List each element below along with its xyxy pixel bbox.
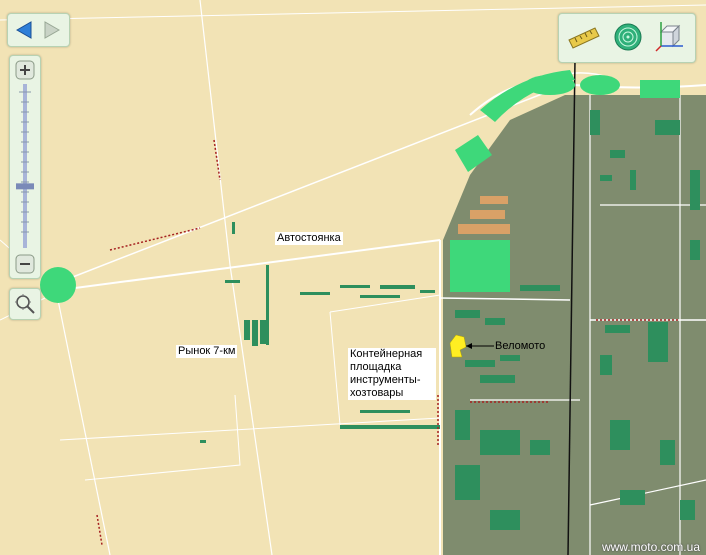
magnifier-icon[interactable] — [14, 293, 36, 315]
back-arrow-icon[interactable] — [14, 20, 34, 40]
label-container-area: Контейнерная площадка инструменты- хозто… — [348, 348, 436, 400]
label-container-line4: хозтовары — [350, 387, 404, 399]
label-velomoto: Веломото — [495, 340, 546, 352]
zoom-in-icon[interactable] — [15, 60, 35, 80]
label-market: Рынок 7-км — [176, 345, 238, 358]
3d-box-icon[interactable] — [655, 20, 687, 54]
label-container-line1: Контейнерная — [350, 348, 423, 360]
nav-panel — [7, 13, 70, 47]
label-parking: Автостоянка — [275, 232, 343, 245]
zoom-panel — [9, 55, 41, 279]
radar-icon[interactable] — [613, 22, 643, 52]
label-container-line2: площадка — [350, 361, 402, 373]
tools-panel — [558, 13, 696, 63]
map-canvas[interactable] — [0, 0, 706, 555]
label-container-line3: инструменты- — [350, 374, 421, 386]
ruler-icon[interactable] — [567, 24, 601, 52]
zoom-slider[interactable] — [15, 82, 35, 250]
watermark: www.moto.com.ua — [601, 540, 700, 554]
zoom-out-icon[interactable] — [15, 254, 35, 274]
forward-arrow-icon[interactable] — [42, 20, 62, 40]
magnifier-panel — [9, 288, 41, 320]
zoom-handle[interactable] — [16, 183, 34, 190]
zoom-track — [23, 84, 27, 248]
